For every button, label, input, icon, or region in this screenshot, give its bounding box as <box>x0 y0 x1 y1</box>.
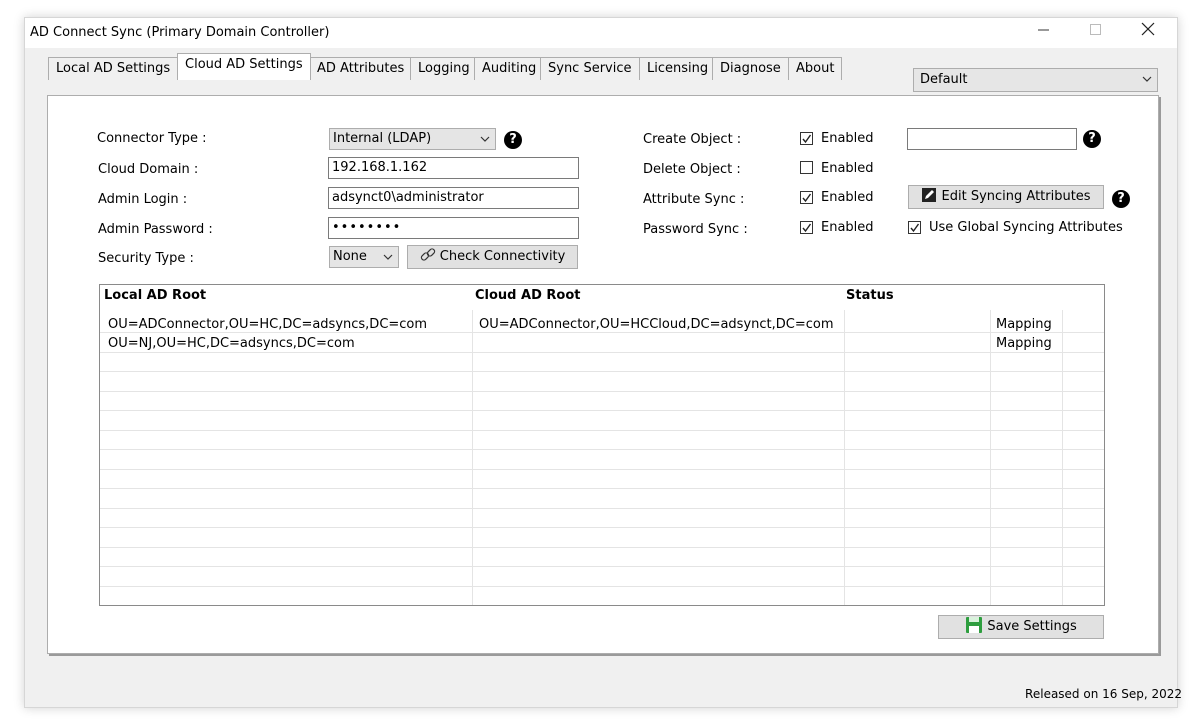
cell-mapping: Mapping <box>996 317 1052 332</box>
maximize-icon <box>1090 24 1101 35</box>
window-title: AD Connect Sync (Primary Domain Controll… <box>30 25 330 40</box>
connector-type-select[interactable]: Internal (LDAP) <box>329 128 496 150</box>
security-type-value: None <box>333 249 367 264</box>
password-sync-enabled-label: Enabled <box>821 220 874 235</box>
row-divider <box>100 390 1104 392</box>
row-divider <box>100 351 1104 353</box>
row-divider <box>100 546 1104 548</box>
row-divider <box>100 468 1104 470</box>
cloud-domain-label: Cloud Domain : <box>98 162 199 177</box>
create-object-checkbox[interactable] <box>800 132 813 145</box>
tab-auditing[interactable]: Auditing <box>474 57 545 80</box>
save-settings-button[interactable]: Save Settings <box>938 615 1104 639</box>
column-divider <box>1062 310 1063 605</box>
checkmark-icon <box>802 223 812 233</box>
column-divider <box>844 310 845 605</box>
release-date-label: Released on 16 Sep, 2022 <box>1025 687 1182 701</box>
row-divider <box>100 527 1104 528</box>
chevron-down-icon <box>480 136 490 142</box>
delete-object-enabled-label: Enabled <box>821 161 874 176</box>
checkmark-icon <box>910 223 920 233</box>
edit-syncing-help-icon[interactable]: ? <box>1112 190 1130 208</box>
table-header: Local AD Root Cloud AD Root Status <box>100 285 1062 310</box>
create-object-help-icon[interactable]: ? <box>1083 130 1101 148</box>
row-divider <box>100 332 1104 333</box>
password-sync-checkbox[interactable] <box>800 221 813 234</box>
close-icon <box>1141 22 1155 36</box>
delete-object-checkbox[interactable] <box>800 161 813 174</box>
minimize-icon <box>1038 29 1049 31</box>
cloud-domain-field[interactable]: 192.168.1.162 <box>328 157 579 179</box>
close-button[interactable] <box>1123 18 1173 48</box>
column-divider <box>472 310 473 605</box>
attribute-sync-label: Attribute Sync : <box>643 192 745 207</box>
cell-local-ad-root: OU=ADConnector,OU=HC,DC=adsyncs,DC=com <box>108 317 428 332</box>
tab-local-ad-settings[interactable]: Local AD Settings <box>48 57 179 80</box>
security-type-select[interactable]: None <box>329 246 399 268</box>
profile-select[interactable]: Default <box>913 68 1158 92</box>
profile-select-value: Default <box>920 72 968 87</box>
tab-diagnose[interactable]: Diagnose <box>712 57 789 80</box>
tab-licensing[interactable]: Licensing <box>639 57 717 80</box>
use-global-syncing-checkbox[interactable] <box>908 221 921 234</box>
edit-syncing-attributes-button[interactable]: Edit Syncing Attributes <box>908 185 1104 209</box>
ou-mapping-table[interactable]: Local AD Root Cloud AD Root Status OU=AD… <box>99 284 1105 606</box>
chevron-down-icon <box>1142 76 1152 82</box>
admin-password-label: Admin Password : <box>98 222 213 237</box>
title-bar: AD Connect Sync (Primary Domain Controll… <box>25 18 1177 48</box>
row-divider <box>100 449 1104 450</box>
row-divider <box>100 566 1104 567</box>
admin-password-field[interactable]: •••••••• <box>328 217 579 239</box>
minimize-button[interactable] <box>1019 18 1069 48</box>
tab-logging[interactable]: Logging <box>410 57 478 80</box>
attribute-sync-enabled-label: Enabled <box>821 190 874 205</box>
create-object-label: Create Object : <box>643 132 742 147</box>
row-divider <box>100 605 1104 606</box>
checkmark-icon <box>802 193 812 203</box>
chevron-down-icon <box>383 254 393 260</box>
tab-cloud-ad-settings[interactable]: Cloud AD Settings <box>177 53 311 80</box>
create-object-enabled-label: Enabled <box>821 131 874 146</box>
cell-cloud-ad-root: OU=ADConnector,OU=HCCloud,DC=adsynct,DC=… <box>479 317 834 332</box>
admin-login-label: Admin Login : <box>98 192 188 207</box>
column-header-local-ad-root[interactable]: Local AD Root <box>104 288 206 303</box>
cell-mapping: Mapping <box>996 336 1052 351</box>
connector-type-label: Connector Type : <box>97 131 207 146</box>
row-divider <box>100 410 1104 411</box>
password-sync-label: Password Sync : <box>643 222 748 237</box>
admin-login-field[interactable]: adsynct0\administrator <box>328 187 579 209</box>
connector-type-help-icon[interactable]: ? <box>504 131 522 149</box>
row-divider <box>100 429 1104 431</box>
save-icon <box>966 617 983 633</box>
column-header-status[interactable]: Status <box>846 288 894 303</box>
maximize-button[interactable] <box>1071 18 1121 48</box>
use-global-syncing-label: Use Global Syncing Attributes <box>929 220 1123 235</box>
delete-object-label: Delete Object : <box>643 162 741 177</box>
save-settings-label: Save Settings <box>987 619 1077 634</box>
edit-icon <box>922 188 937 202</box>
checkmark-icon <box>802 134 812 144</box>
connector-type-value: Internal (LDAP) <box>333 131 432 146</box>
row-divider <box>100 585 1104 587</box>
link-icon <box>420 248 435 261</box>
edit-syncing-attributes-label: Edit Syncing Attributes <box>941 189 1091 204</box>
row-divider <box>100 371 1104 372</box>
security-type-label: Security Type : <box>98 251 194 266</box>
tab-about[interactable]: About <box>788 57 843 80</box>
tab-sync-service[interactable]: Sync Service <box>540 57 640 80</box>
row-divider <box>100 507 1104 509</box>
create-object-extra-field[interactable] <box>907 128 1077 150</box>
column-divider <box>990 310 991 605</box>
cell-local-ad-root: OU=NJ,OU=HC,DC=adsyncs,DC=com <box>108 336 355 351</box>
attribute-sync-checkbox[interactable] <box>800 191 813 204</box>
tab-ad-attributes[interactable]: AD Attributes <box>309 57 413 80</box>
row-divider <box>100 488 1104 489</box>
column-header-cloud-ad-root[interactable]: Cloud AD Root <box>475 288 580 303</box>
check-connectivity-label: Check Connectivity <box>439 249 566 264</box>
check-connectivity-button[interactable]: Check Connectivity <box>407 245 578 269</box>
